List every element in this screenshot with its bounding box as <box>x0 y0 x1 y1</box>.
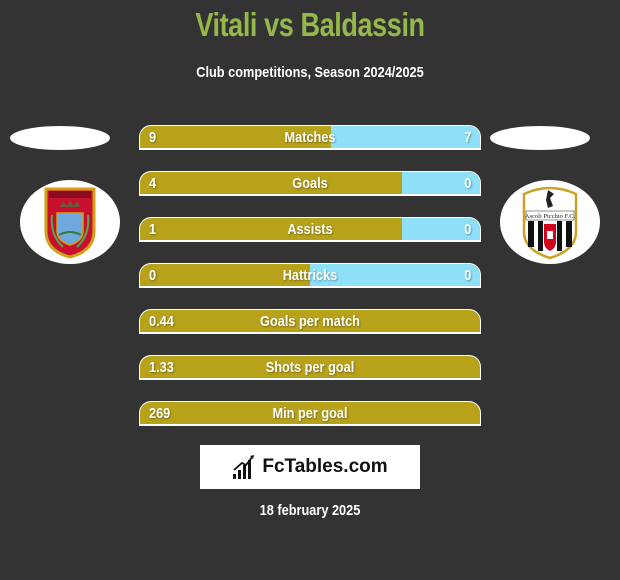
stat-label: Goals <box>292 175 328 192</box>
report-date: 18 february 2025 <box>259 502 361 519</box>
right-value: 7 <box>463 129 471 146</box>
left-value: 0 <box>149 267 157 284</box>
left-team-name-placeholder <box>10 126 110 150</box>
competition-subtitle: Club competitions, Season 2024/2025 <box>196 64 424 81</box>
bar-chart-growth-icon <box>233 455 255 479</box>
stat-label: Goals per match <box>260 313 360 330</box>
right-value: 0 <box>463 221 471 238</box>
ascoli-picchio-fc-crest-icon: Ascoli Picchio F.C. <box>522 186 578 260</box>
right-team-logo[interactable]: Ascoli Picchio F.C. <box>500 180 600 264</box>
crest-red-shield-icon <box>44 187 96 259</box>
stat-label: Min per goal <box>272 405 348 422</box>
stat-row-shots-per-goal: 1.33 Shots per goal <box>139 355 481 380</box>
right-team-name-placeholder <box>490 126 590 150</box>
stat-label: Hattricks <box>282 267 338 284</box>
stat-row-goals-per-match: 0.44 Goals per match <box>139 309 481 334</box>
right-value: 0 <box>463 175 471 192</box>
stat-row-goals: 4 Goals 0 <box>139 171 481 196</box>
page-title: Vitali vs Baldassin <box>195 6 425 43</box>
stat-row-matches: 9 Matches 7 <box>139 125 481 150</box>
stat-label: Assists <box>287 221 333 238</box>
brand-name: FcTables.com <box>262 456 388 477</box>
stat-label: Shots per goal <box>265 359 355 376</box>
stat-row-hattricks: 0 Hattricks 0 <box>139 263 481 288</box>
stat-row-assists: 1 Assists 0 <box>139 217 481 242</box>
left-value: 9 <box>149 129 157 146</box>
svg-text:Ascoli Picchio F.C.: Ascoli Picchio F.C. <box>525 213 576 220</box>
stat-label: Matches <box>284 129 336 146</box>
left-value: 4 <box>149 175 157 192</box>
right-value: 0 <box>463 267 471 284</box>
left-team-logo[interactable] <box>20 180 120 264</box>
fctables-logo[interactable]: FcTables.com <box>200 445 420 489</box>
left-value: 1 <box>149 221 157 238</box>
stat-row-min-per-goal: 269 Min per goal <box>139 401 481 426</box>
